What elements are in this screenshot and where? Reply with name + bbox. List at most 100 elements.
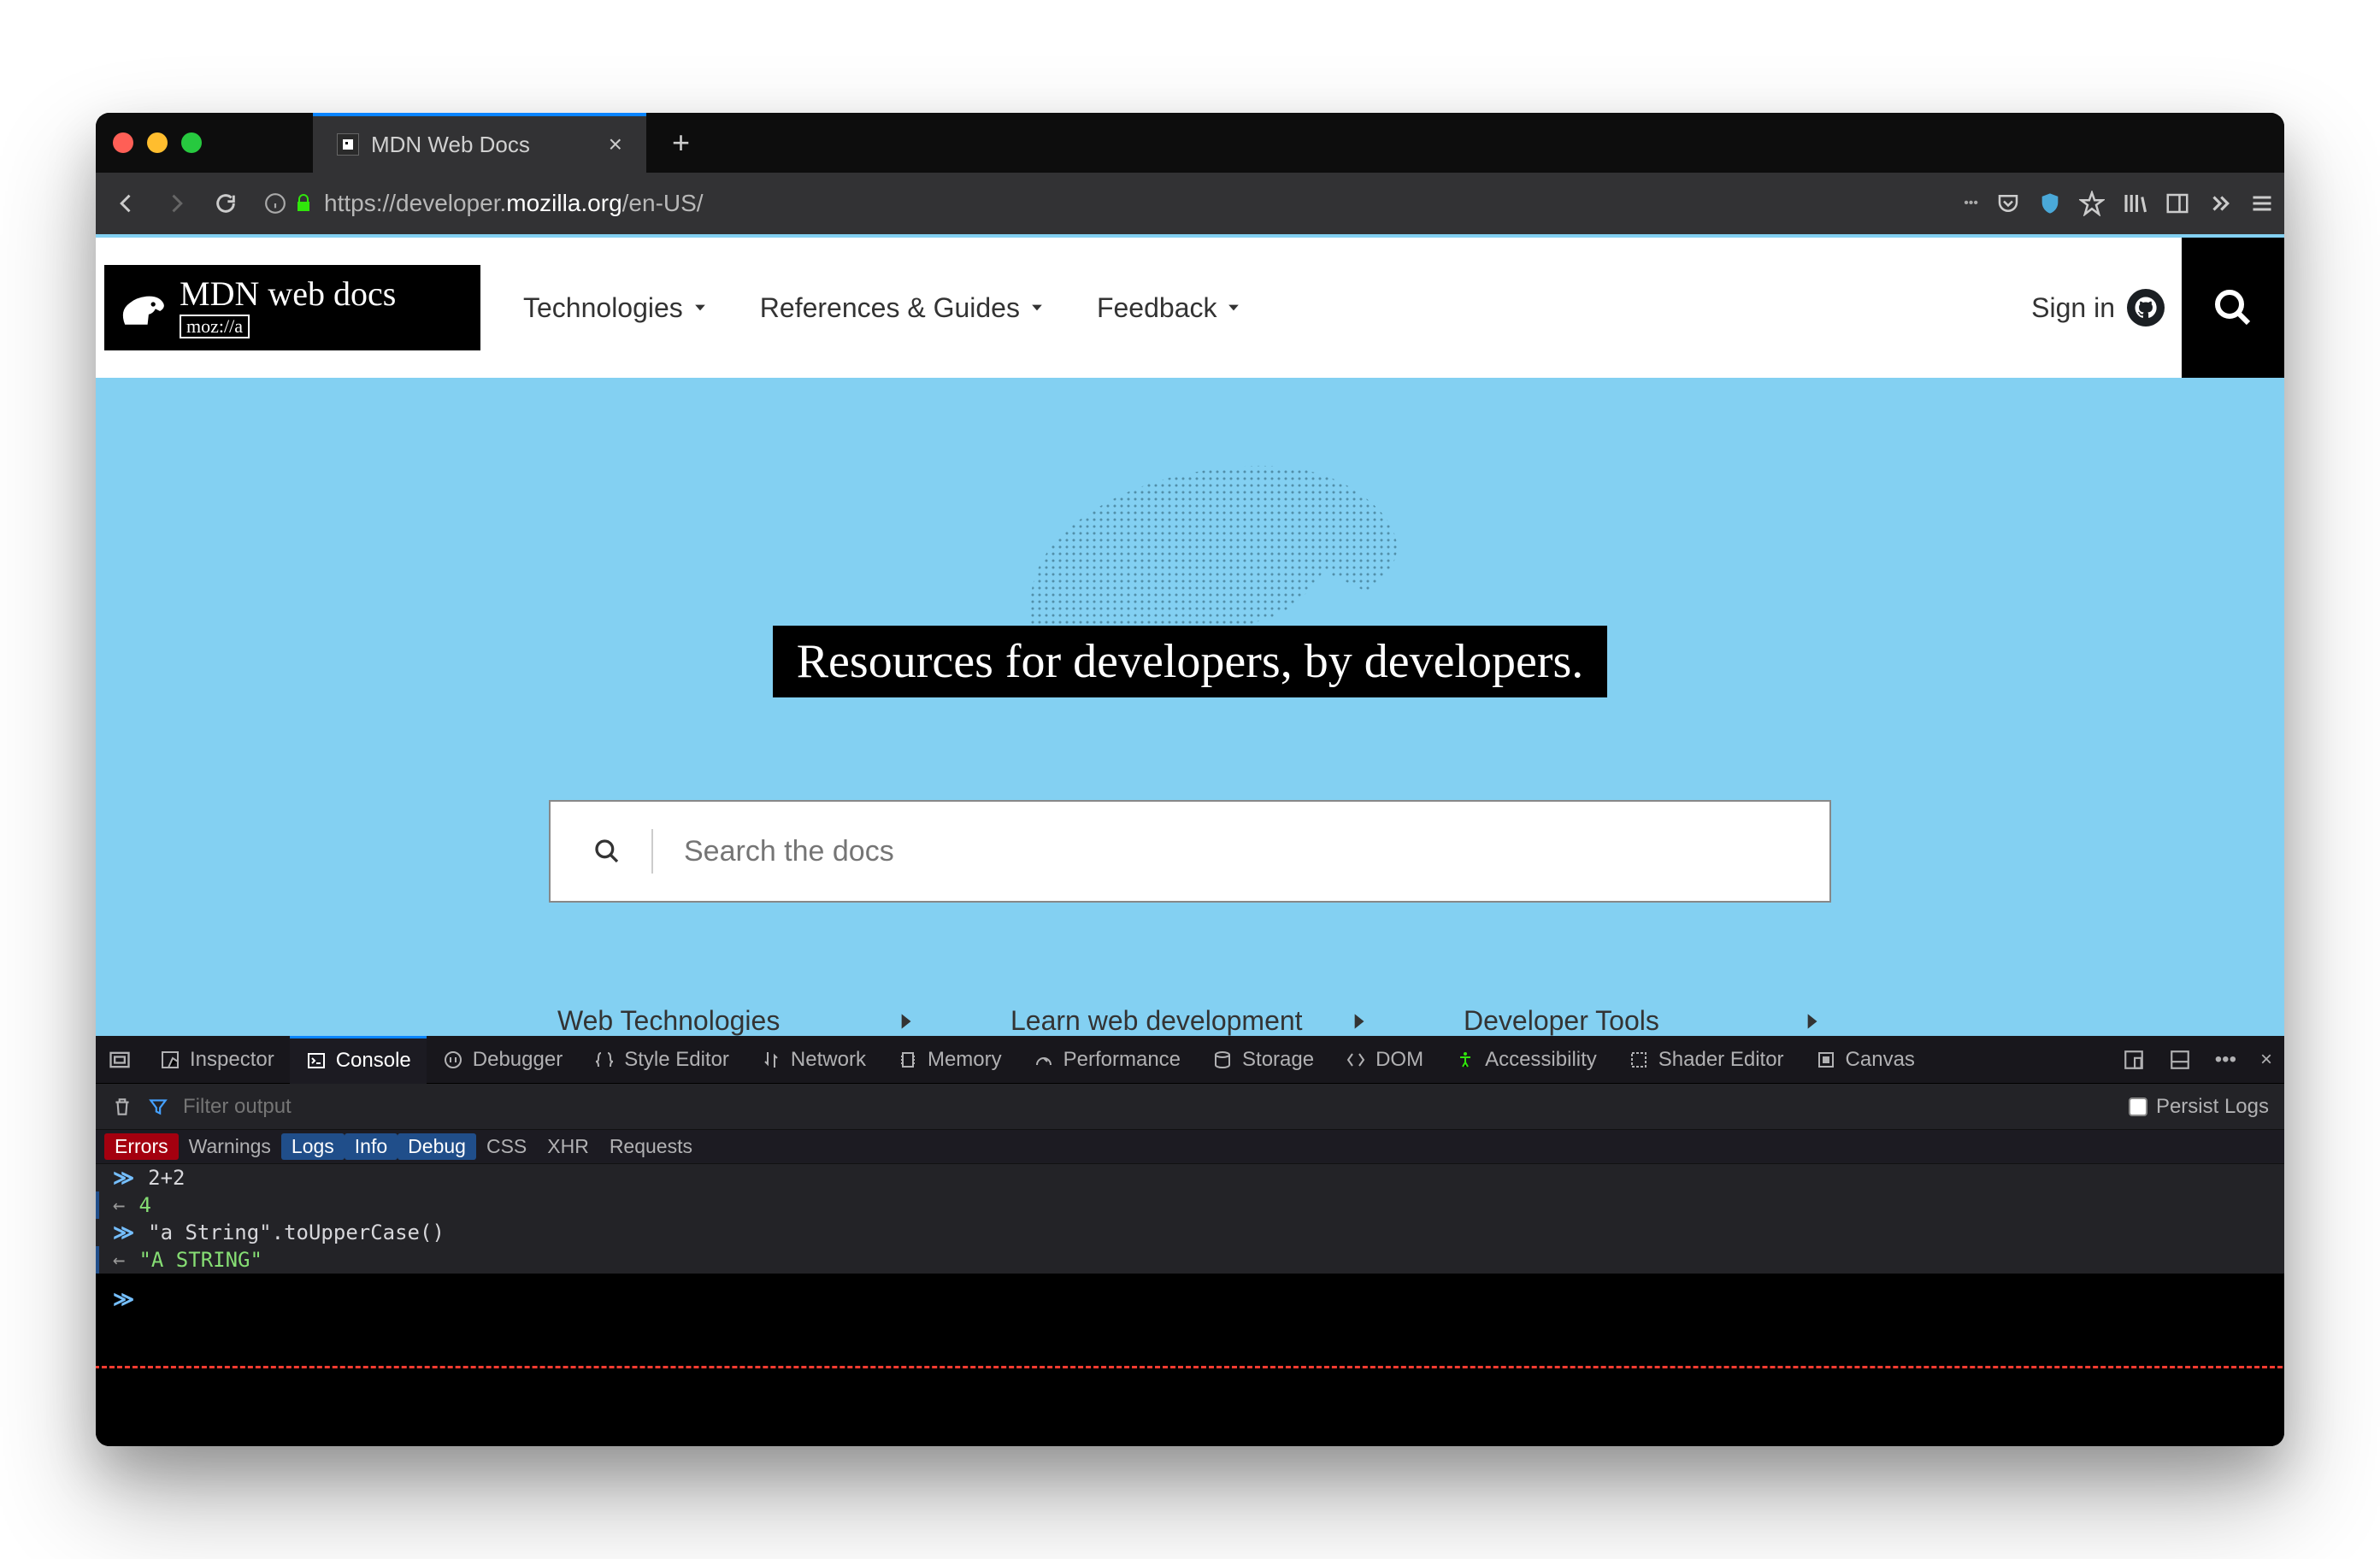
mdn-logo[interactable]: MDN web docs moz://a (104, 265, 480, 350)
divider (651, 829, 653, 874)
tab-bar: MDN Web Docs × + (96, 113, 2284, 173)
forward-button[interactable] (156, 183, 197, 224)
github-icon (2127, 289, 2165, 327)
url-bar: https://developer.mozilla.org/en-US/ ••• (96, 173, 2284, 234)
lock-icon (293, 193, 314, 214)
checkbox-icon (2129, 1097, 2147, 1116)
url-text: https://developer.mozilla.org/en-US/ (324, 190, 704, 217)
persist-logs-toggle[interactable]: Persist Logs (2129, 1095, 2269, 1119)
nav-technologies[interactable]: Technologies (523, 292, 709, 324)
console-filter-bar: Persist Logs (96, 1084, 2284, 1130)
devtools-tab-style-editor[interactable]: Style Editor (578, 1036, 745, 1084)
console-output-line: ←"A STRING" (96, 1246, 2284, 1274)
arrow-right-icon (1800, 1010, 1823, 1032)
page-content: MDN web docs moz://a Technologies Refere… (96, 234, 2284, 1036)
chevron-down-icon (1225, 299, 1242, 316)
logo-text-top: MDN web docs (180, 277, 396, 311)
tab-favicon-icon (337, 133, 359, 156)
prompt-chevron-icon: ≫ (113, 1287, 134, 1311)
chip-css[interactable]: CSS (476, 1133, 537, 1160)
devtools-tab-debugger[interactable]: Debugger (427, 1036, 578, 1084)
chip-xhr[interactable]: XHR (537, 1133, 599, 1160)
maximize-window-button[interactable] (181, 132, 202, 153)
sidebar-icon[interactable] (2165, 191, 2190, 216)
dino-logo-icon (109, 275, 174, 340)
console-line-text: 2+2 (148, 1166, 185, 1190)
chevron-down-icon (692, 299, 709, 316)
overflow-chevrons-icon[interactable] (2207, 191, 2233, 216)
shield-icon[interactable] (2038, 191, 2062, 215)
pocket-icon[interactable] (1995, 191, 2021, 216)
toolbar-right: ••• (1964, 191, 2274, 216)
chip-logs[interactable]: Logs (281, 1133, 345, 1160)
main-nav: Technologies References & Guides Feedbac… (523, 292, 1242, 324)
search-icon (593, 838, 621, 865)
window-controls (113, 132, 202, 153)
devtools-tab-memory[interactable]: Memory (881, 1036, 1017, 1084)
console-input-line: ≫ "a String".toUpperCase() (96, 1219, 2284, 1246)
devtools-tab-accessibility[interactable]: Accessibility (1439, 1036, 1612, 1084)
hamburger-menu-icon[interactable] (2250, 191, 2274, 215)
tab-close-button[interactable]: × (609, 131, 622, 158)
bookmark-star-icon[interactable] (2079, 191, 2105, 216)
tab-title: MDN Web Docs (371, 132, 530, 158)
devtools-tab-canvas[interactable]: Canvas (1800, 1036, 1930, 1084)
iframe-picker-icon[interactable] (96, 1048, 144, 1072)
persist-logs-label: Persist Logs (2156, 1095, 2269, 1119)
sign-in-button[interactable]: Sign in (2031, 289, 2165, 327)
search-box[interactable] (549, 800, 1831, 903)
back-button[interactable] (106, 183, 147, 224)
quicklink-devtools[interactable]: Developer Tools (1464, 1005, 1823, 1036)
nav-feedback[interactable]: Feedback (1097, 292, 1243, 324)
clear-console-button[interactable] (111, 1096, 133, 1118)
reload-button[interactable] (205, 183, 246, 224)
devtools-tab-performance[interactable]: Performance (1017, 1036, 1196, 1084)
devtools-more-icon[interactable]: ••• (2203, 1048, 2248, 1072)
console-line-text: 4 (138, 1193, 150, 1217)
chevron-down-icon (1028, 299, 1046, 316)
responsive-mode-icon[interactable] (2111, 1049, 2157, 1071)
library-icon[interactable] (2122, 191, 2147, 216)
devtools-close-button[interactable]: × (2248, 1048, 2284, 1072)
input-chevron-icon: ≫ (113, 1221, 134, 1244)
console-output: ≫2+2←4≫"a String".toUpperCase()←"A STRIN… (96, 1164, 2284, 1446)
arrow-right-icon (1347, 1010, 1370, 1032)
devtools-tab-network[interactable]: Network (745, 1036, 881, 1084)
browser-tab[interactable]: MDN Web Docs × (313, 113, 646, 173)
chip-errors[interactable]: Errors (104, 1133, 179, 1160)
search-input[interactable] (684, 835, 1787, 868)
console-input-line: ≫ 2+2 (96, 1164, 2284, 1191)
console-line-text: "a String".toUpperCase() (148, 1221, 445, 1244)
more-actions-icon[interactable]: ••• (1964, 196, 1978, 211)
nav-references[interactable]: References & Guides (760, 292, 1046, 324)
devtools-panel: Inspector Console Debugger Style Editor … (96, 1036, 2284, 1446)
new-tab-button[interactable]: + (672, 125, 690, 161)
chip-warnings[interactable]: Warnings (179, 1133, 281, 1160)
input-chevron-icon: ≫ (113, 1166, 134, 1190)
search-icon (2212, 287, 2253, 328)
filter-input[interactable] (183, 1095, 2115, 1119)
chip-debug[interactable]: Debug (398, 1133, 476, 1160)
close-window-button[interactable] (113, 132, 133, 153)
site-header: MDN web docs moz://a Technologies Refere… (96, 238, 2284, 378)
dock-mode-icon[interactable] (2157, 1049, 2203, 1071)
console-prompt[interactable]: ≫ (96, 1274, 2284, 1446)
devtools-tab-inspector[interactable]: Inspector (144, 1036, 290, 1084)
hero-title: Resources for developers, by developers. (773, 626, 1608, 697)
devtools-tabs: Inspector Console Debugger Style Editor … (96, 1036, 2284, 1084)
devtools-tab-dom[interactable]: DOM (1329, 1036, 1439, 1084)
quicklink-learn[interactable]: Learn web development (1010, 1005, 1370, 1036)
output-arrow-icon: ← (113, 1193, 125, 1217)
console-output-line: ←4 (96, 1191, 2284, 1219)
url-field[interactable]: https://developer.mozilla.org/en-US/ (255, 189, 1945, 218)
chip-info[interactable]: Info (345, 1133, 398, 1160)
header-search-button[interactable] (2182, 238, 2284, 378)
devtools-tab-shader-editor[interactable]: Shader Editor (1612, 1036, 1800, 1084)
devtools-tab-storage[interactable]: Storage (1196, 1036, 1329, 1084)
quicklink-web-technologies[interactable]: Web Technologies (557, 1005, 916, 1036)
devtools-tab-console[interactable]: Console (290, 1036, 427, 1084)
quick-links: Web Technologies Learn web development D… (557, 1005, 1823, 1036)
minimize-window-button[interactable] (147, 132, 168, 153)
filter-toggle-icon[interactable] (147, 1096, 169, 1118)
chip-requests[interactable]: Requests (599, 1133, 703, 1160)
